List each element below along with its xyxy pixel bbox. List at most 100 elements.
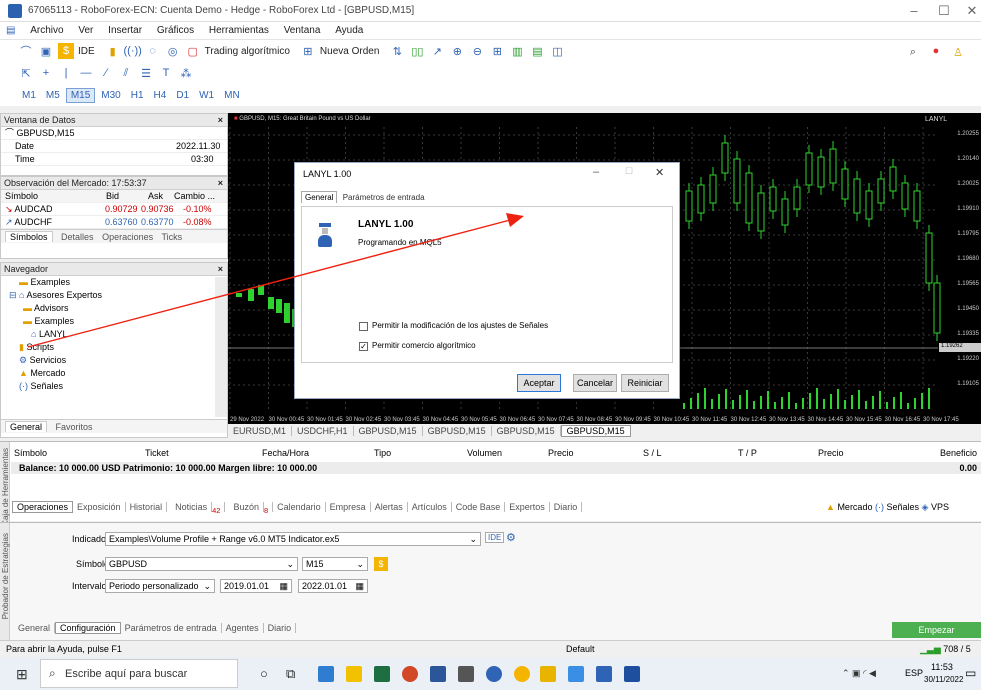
toolbox-links: ▲ Mercado (·) Señales ◈ VPS xyxy=(826,502,949,513)
tab-empresa[interactable]: Empresa xyxy=(325,502,371,512)
status-profile[interactable]: Default xyxy=(566,641,595,657)
timeframe-select[interactable]: M15 ⌄ xyxy=(302,557,368,571)
chevron-down-icon: ⌄ xyxy=(286,559,294,569)
vps-icon: ◈ xyxy=(921,502,929,512)
chart-tab-active[interactable]: GBPUSD,M15 xyxy=(560,425,631,437)
symbol-spec-icon[interactable]: $ xyxy=(374,557,388,571)
calendar-icon: ▦ xyxy=(355,581,364,591)
col-volumen[interactable]: Volumen xyxy=(467,448,502,458)
mail-badge: 8 xyxy=(263,505,269,515)
ide-icon[interactable]: IDE xyxy=(485,532,505,543)
signal-bars-icon: ▁▃▅ xyxy=(920,644,941,654)
tab-diario[interactable]: Diario xyxy=(263,623,297,633)
notification-center-icon[interactable]: ▭ xyxy=(965,666,976,680)
terminal-icon[interactable] xyxy=(624,666,640,682)
tab-articulos[interactable]: Artículos xyxy=(407,502,452,512)
indicator-select[interactable]: Examples\Volume Profile + Range v6.0 MT5… xyxy=(105,532,481,546)
tab-alertas[interactable]: Alertas xyxy=(370,502,408,512)
cortana-icon[interactable]: ○ xyxy=(260,666,276,682)
date-to-input[interactable]: 2022.01.01 ▦ xyxy=(298,579,368,593)
chart-tab[interactable]: EURUSD,M1 xyxy=(228,426,293,436)
status-bar: Para abrir la Ayuda, pulse F1 Default ▁▃… xyxy=(0,640,981,670)
tab-configuracion[interactable]: Configuración xyxy=(55,622,121,634)
col-fecha-hora[interactable]: Fecha/Hora xyxy=(262,448,309,458)
task-view-icon[interactable]: ⧉ xyxy=(286,666,302,682)
col-ticket[interactable]: Ticket xyxy=(145,448,169,458)
symbol-select[interactable]: GBPUSD ⌄ xyxy=(105,557,298,571)
chart-tab[interactable]: GBPUSD,M15 xyxy=(353,426,423,436)
vps-link[interactable]: VPS xyxy=(931,502,949,512)
market-link[interactable]: Mercado xyxy=(837,502,872,512)
tab-operaciones[interactable]: Operaciones xyxy=(12,501,74,513)
interval-select[interactable]: Periodo personalizado ⌄ xyxy=(105,579,215,593)
tab-exposicion[interactable]: Exposición xyxy=(73,502,126,512)
tab-expertos[interactable]: Expertos xyxy=(505,502,550,512)
tab-buzon[interactable]: Buzón 8 xyxy=(225,502,274,515)
interval-label: Intervalo: xyxy=(72,581,110,591)
signal-icon: (·) xyxy=(874,502,884,512)
col-precio-actual[interactable]: Precio xyxy=(818,448,844,458)
col-simbolo[interactable]: Símbolo xyxy=(14,448,47,458)
edge-icon[interactable] xyxy=(486,666,502,682)
timeframe-value: M15 xyxy=(306,559,324,569)
date-from-value: 2019.01.01 xyxy=(224,581,270,591)
col-tp[interactable]: T / P xyxy=(738,448,757,458)
folder-icon[interactable] xyxy=(540,666,556,682)
date-from-input[interactable]: 2019.01.01 ▦ xyxy=(220,579,292,593)
tab-noticias[interactable]: Noticias 42 xyxy=(167,502,226,515)
tab-buzon-label: Buzón xyxy=(229,502,264,512)
app-icon[interactable] xyxy=(402,666,418,682)
windows-taskbar: ⊞ ⌕ Escribe aquí para buscar ○ ⧉ ⌃ ▣ ◜ ◀… xyxy=(0,657,981,690)
tab-code-base[interactable]: Code Base xyxy=(451,502,506,512)
tester-side-text: Probador de Estrategias xyxy=(1,533,10,620)
start-button[interactable]: Empezar xyxy=(892,622,981,638)
chevron-down-icon: ⌄ xyxy=(356,559,364,569)
tab-general[interactable]: General xyxy=(14,623,56,633)
toolbox-side-label: Caja de Herramientas xyxy=(0,442,10,526)
tab-parametros-entrada[interactable]: Parámetros de entrada xyxy=(120,623,222,633)
col-beneficio[interactable]: Beneficio xyxy=(940,448,977,458)
signals-link[interactable]: Señales xyxy=(886,502,919,512)
chrome-icon[interactable] xyxy=(514,666,530,682)
symbol-value: GBPUSD xyxy=(109,559,148,569)
tab-calendario[interactable]: Calendario xyxy=(273,502,326,512)
tab-noticias-label: Noticias xyxy=(171,502,213,512)
col-tipo[interactable]: Tipo xyxy=(374,448,391,458)
interval-value: Periodo personalizado xyxy=(109,581,199,591)
taskbar-search[interactable]: ⌕ Escribe aquí para buscar xyxy=(40,659,238,688)
word-icon[interactable] xyxy=(430,666,446,682)
toolbox-side-text: Caja de Herramientas xyxy=(1,448,10,526)
chevron-down-icon: ⌄ xyxy=(469,534,477,544)
col-precio[interactable]: Precio xyxy=(548,448,574,458)
mt5-icon[interactable] xyxy=(596,666,612,682)
tab-diario[interactable]: Diario xyxy=(549,502,583,512)
search-icon: ⌕ xyxy=(49,666,56,680)
tab-historial[interactable]: Historial xyxy=(125,502,168,512)
clock-date[interactable]: 30/11/2022 xyxy=(924,675,963,684)
store-icon[interactable] xyxy=(346,666,362,682)
calculator-icon[interactable] xyxy=(458,666,474,682)
tab-agentes[interactable]: Agentes xyxy=(221,623,264,633)
date-to-value: 2022.01.01 xyxy=(302,581,348,591)
gear-icon[interactable]: ⚙ xyxy=(506,531,516,544)
toolbox-panel: Caja de Herramientas Símbolo Ticket Fech… xyxy=(0,441,981,526)
strategy-tester-panel: Probador de Estrategias Indicador: Examp… xyxy=(0,522,981,641)
excel-icon[interactable] xyxy=(374,666,390,682)
chart-tabs: EURUSD,M1 USDCHF,H1 GBPUSD,M15 GBPUSD,M15 GB… xyxy=(228,424,981,438)
clock-time[interactable]: 11:53 xyxy=(931,662,953,672)
metaeditor-icon[interactable] xyxy=(568,666,584,682)
tray-icons[interactable]: ⌃ ▣ ◜ ◀ xyxy=(842,668,876,679)
language-indicator[interactable]: ESP xyxy=(905,668,923,678)
status-help: Para abrir la Ayuda, pulse F1 xyxy=(6,644,122,654)
windows-start-icon[interactable]: ⊞ xyxy=(16,666,28,683)
chart-tab[interactable]: GBPUSD,M15 xyxy=(491,426,561,436)
balance-row: Balance: 10 000.00 USD Patrimonio: 10 00… xyxy=(11,462,981,474)
file-explorer-icon[interactable] xyxy=(318,666,334,682)
profit-value: 0.00 xyxy=(959,463,977,473)
chart-tab[interactable]: GBPUSD,M15 xyxy=(422,426,492,436)
col-sl[interactable]: S / L xyxy=(643,448,662,458)
toolbox-tabs: Operaciones Exposición Historial Noticias 42… xyxy=(12,501,583,515)
indicator-value: Examples\Volume Profile + Range v6.0 MT5… xyxy=(109,534,340,544)
chart-tab[interactable]: USDCHF,H1 xyxy=(292,426,354,436)
news-badge: 42 xyxy=(212,505,221,515)
